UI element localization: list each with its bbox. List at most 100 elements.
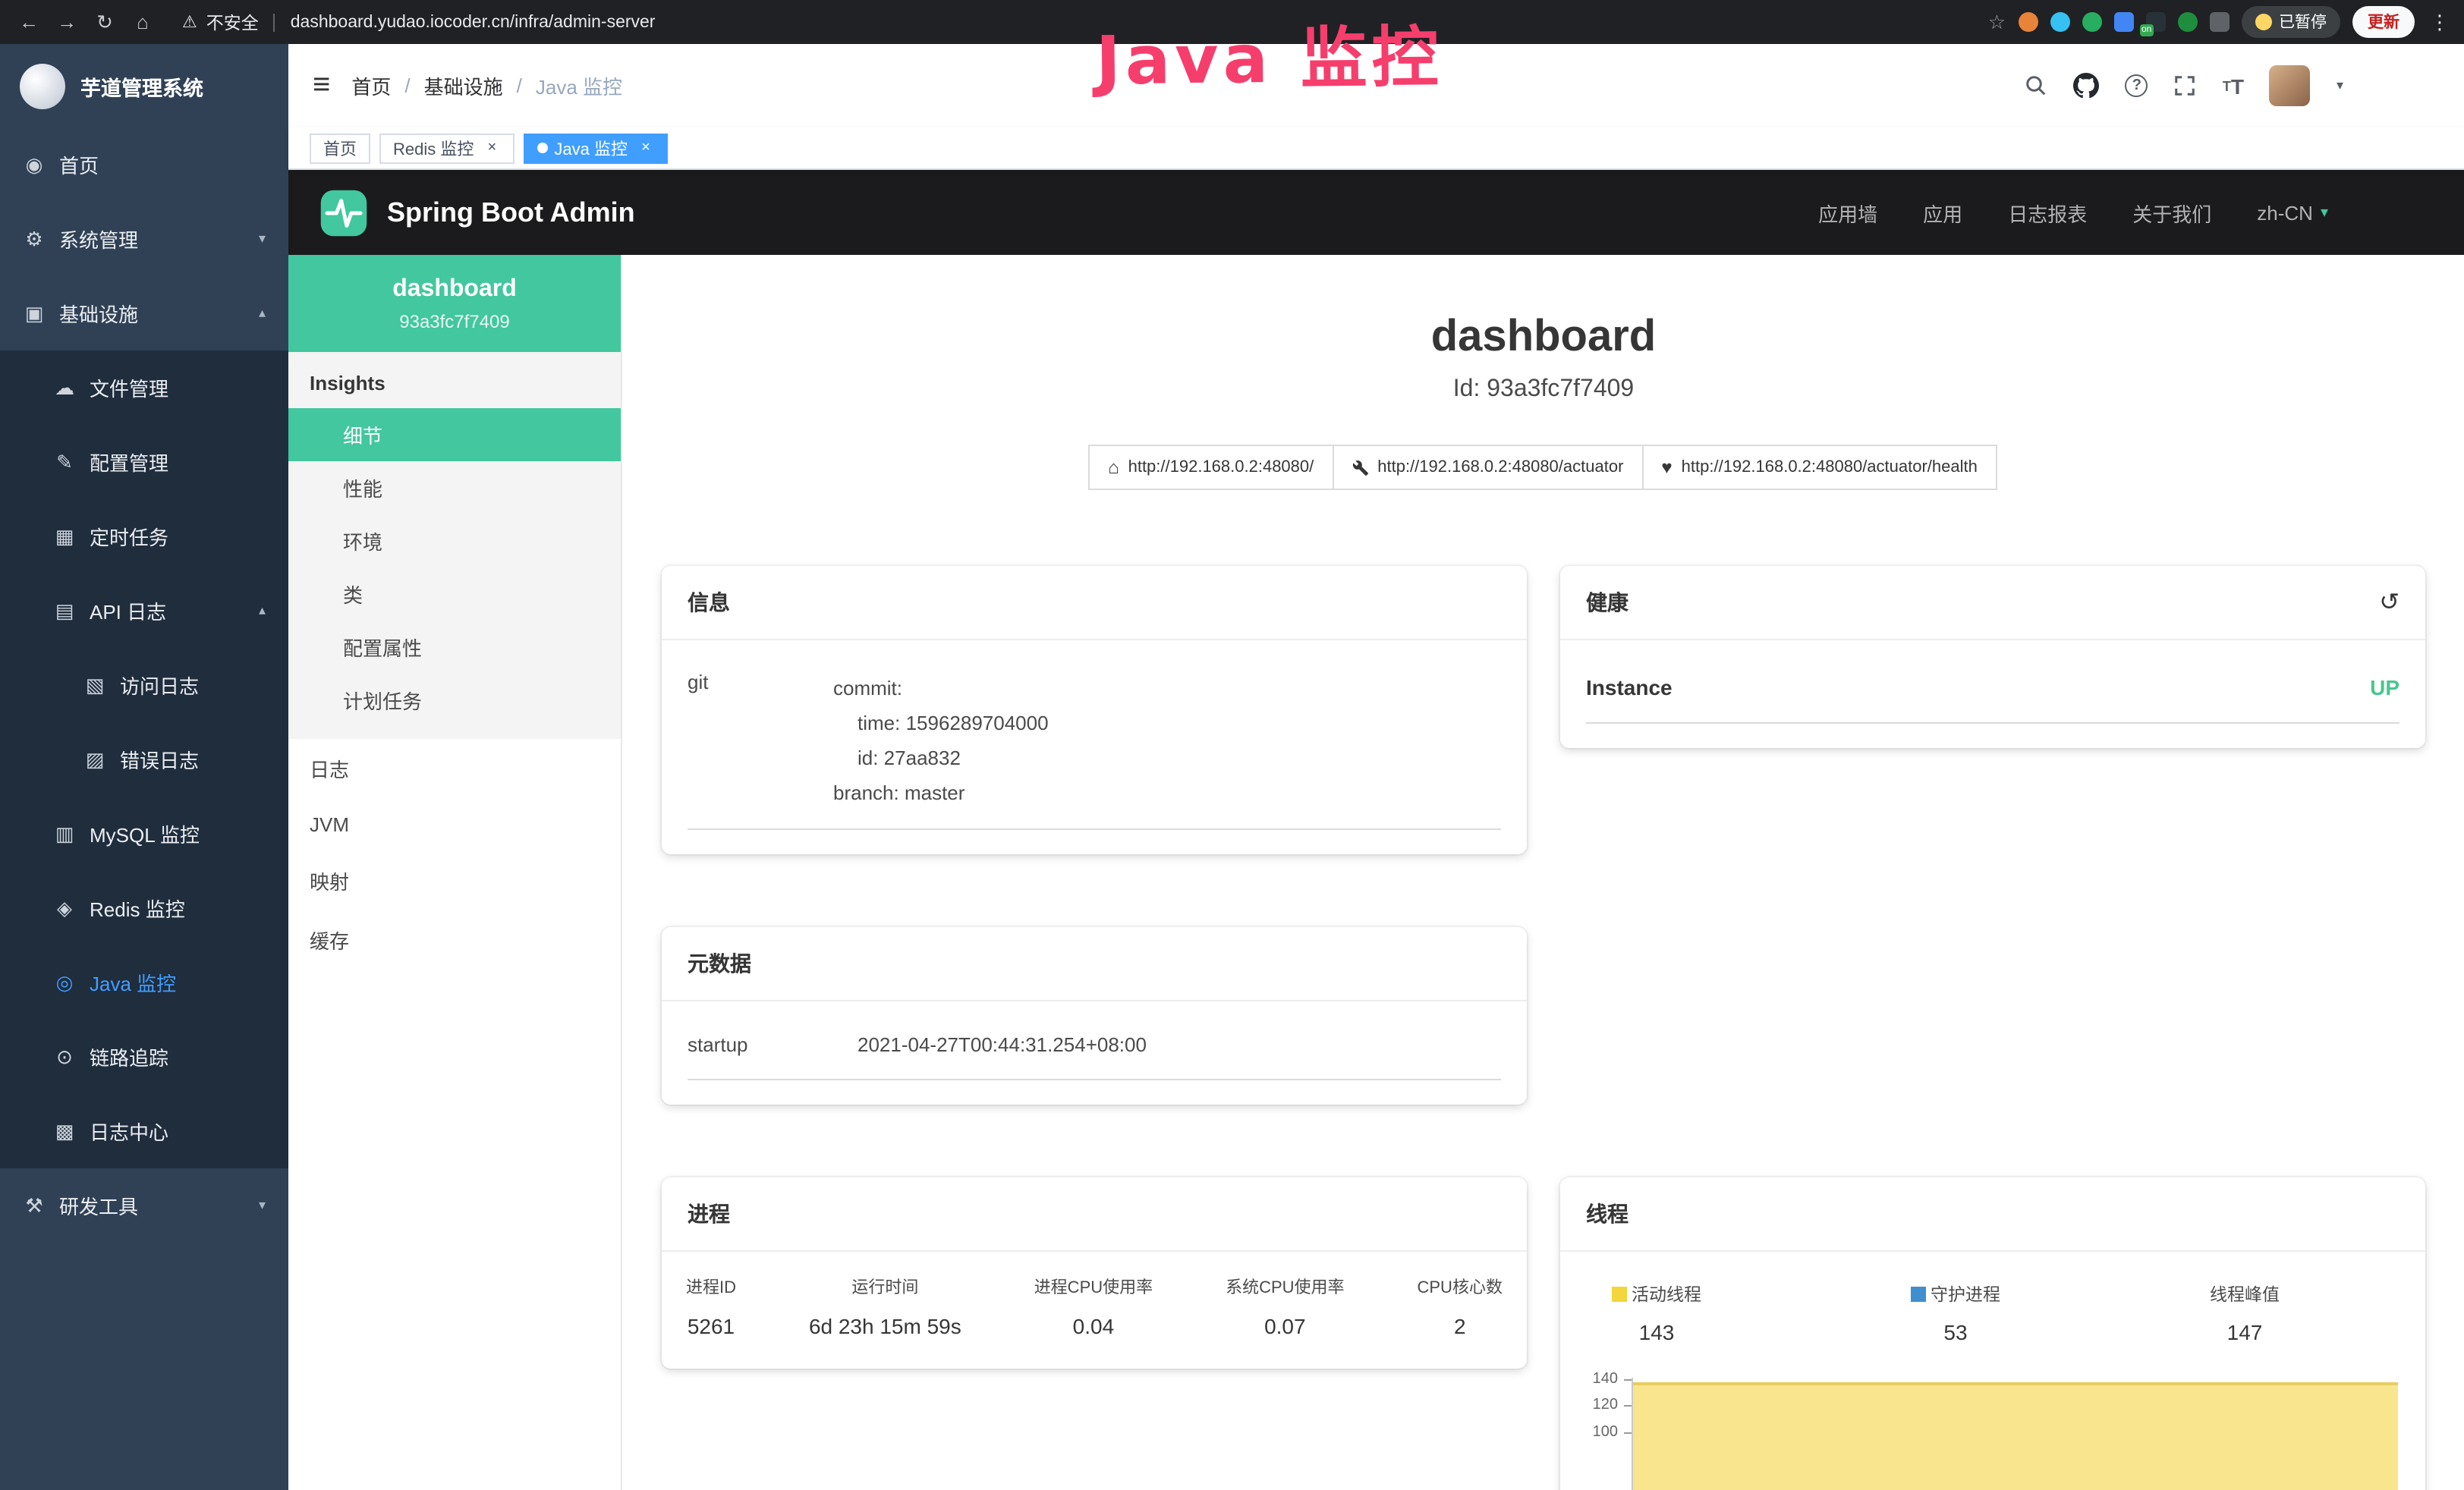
sidebar-item-redis-monitor[interactable]: ◈ Redis 监控 [0, 871, 288, 945]
health-instance-row[interactable]: Instance UP [1586, 655, 2399, 724]
metadata-card-header: 元数据 [662, 927, 1527, 1001]
actuator-link[interactable]: http://192.168.0.2:48080/actuator [1332, 445, 1643, 490]
browser-home-icon[interactable]: ⌂ [126, 11, 159, 33]
sidebar-item-java-monitor[interactable]: ◎ Java 监控 [0, 945, 288, 1020]
extension-icon[interactable] [2018, 12, 2038, 32]
chevron-down-icon[interactable]: ▾ [2337, 77, 2343, 94]
breadcrumb-home[interactable]: 首页 [351, 71, 391, 100]
tab-label: Redis 监控 [393, 136, 474, 160]
status-badge: UP [2370, 675, 2399, 699]
sidebar-item-scheduled-jobs[interactable]: ▦ 定时任务 [0, 499, 288, 574]
tab-redis-monitor[interactable]: Redis 监控 × [379, 133, 515, 163]
breadcrumb-current: Java 监控 [536, 71, 622, 100]
close-icon[interactable]: × [483, 139, 501, 157]
sidebar-item-system-management[interactable]: ⚙ 系统管理 ▾ [0, 202, 288, 276]
legend-live-threads: 活动线程 143 [1612, 1282, 1701, 1344]
forward-icon[interactable]: → [50, 11, 83, 33]
sidebar-item-label: 基础设施 [59, 299, 138, 328]
sidebar-item-error-logs[interactable]: ▨ 错误日志 [0, 722, 288, 797]
sba-sidebar-item-classes[interactable]: 类 [288, 567, 621, 621]
health-link[interactable]: ♥ http://192.168.0.2:48080/actuator/heal… [1641, 445, 1997, 490]
instance-id-subtitle: Id: 93a3fc7f7409 [622, 376, 2464, 404]
extension-icon[interactable] [2082, 12, 2101, 32]
sidebar-item-config-management[interactable]: ✎ 配置管理 [0, 425, 288, 499]
metric-value: 0.04 [1034, 1314, 1153, 1338]
sba-sidebar-item-jvm[interactable]: JVM [288, 798, 621, 851]
sba-sidebar-item-performance[interactable]: 性能 [288, 461, 621, 514]
sba-sidebar-item-details[interactable]: 细节 [288, 408, 621, 461]
legend-label: 活动线程 [1632, 1282, 1701, 1306]
sba-nav-about[interactable]: 关于我们 [2132, 198, 2211, 227]
sba-sidebar: dashboard 93a3fc7f7409 Insights 细节 性能 环境… [288, 255, 622, 1490]
app-logo[interactable]: 芋道管理系统 [0, 44, 288, 127]
sidebar-item-dev-tools[interactable]: ⚒ 研发工具 ▾ [0, 1168, 288, 1243]
info-card: 信息 git commit: time: 1596289704000 id: 2… [662, 566, 1527, 854]
instance-homepage-link[interactable]: ⌂ http://192.168.0.2:48080/ [1088, 445, 1333, 490]
browser-menu-icon[interactable]: ⋮ [2430, 10, 2450, 34]
access-log-icon: ▧ [83, 673, 106, 697]
sidebar-item-label: Java 监控 [90, 968, 176, 997]
log-icon: ▤ [53, 599, 76, 623]
sidebar-item-infrastructure[interactable]: ▣ 基础设施 ▴ [0, 276, 288, 350]
sba-nav-applications[interactable]: 应用 [1923, 198, 1962, 227]
legend-swatch-blue [1911, 1287, 1926, 1302]
sba-language-select[interactable]: zh-CN ▾ [2257, 201, 2328, 224]
sidebar-item-label: 链路追踪 [90, 1042, 168, 1071]
info-value-line: commit: [833, 671, 1049, 706]
sidebar-item-api-logs[interactable]: ▤ API 日志 ▴ [0, 574, 288, 648]
search-icon[interactable] [2025, 74, 2048, 97]
extension-icon[interactable]: on [2145, 12, 2165, 32]
breadcrumb-infrastructure[interactable]: 基础设施 [424, 71, 503, 100]
tab-home[interactable]: 首页 [310, 133, 370, 163]
legend-value: 53 [1911, 1320, 2000, 1344]
sidebar-item-home[interactable]: ◉ 首页 [0, 127, 288, 202]
sba-sidebar-item-caches[interactable]: 缓存 [288, 910, 621, 970]
sidebar-item-log-center[interactable]: ▩ 日志中心 [0, 1094, 288, 1168]
tab-java-monitor[interactable]: Java 监控 × [524, 133, 669, 163]
address-bar[interactable]: ⚠ 不安全 dashboard.yudao.iocoder.cn/infra/a… [182, 10, 656, 34]
extension-icon[interactable] [2113, 12, 2133, 32]
hamburger-icon[interactable]: ≡ [313, 68, 330, 103]
metadata-startup-row: startup 2021-04-27T00:44:31.254+08:00 [688, 1017, 1501, 1080]
github-icon[interactable] [2074, 73, 2100, 99]
back-icon[interactable]: ← [12, 11, 46, 33]
refresh-icon[interactable]: ↻ [88, 10, 121, 34]
sidebar-item-tracing[interactable]: ⊙ 链路追踪 [0, 1020, 288, 1094]
extension-icon[interactable] [2177, 12, 2197, 32]
close-icon[interactable]: × [637, 139, 655, 157]
help-icon[interactable]: ? [2126, 74, 2148, 97]
sba-content: dashboard Id: 93a3fc7f7409 ⌂ http://192.… [622, 255, 2464, 1490]
sba-nav-wallboard[interactable]: 应用墙 [1818, 198, 1877, 227]
legend-value: 143 [1612, 1320, 1701, 1344]
threads-chart: 140 120 100 [1578, 1367, 2401, 1490]
font-size-icon[interactable]: TT [2223, 74, 2244, 98]
sba-nav: 应用墙 应用 日志报表 关于我们 zh-CN ▾ [1818, 198, 2328, 227]
sidebar-item-file-management[interactable]: ☁ 文件管理 [0, 350, 288, 425]
process-metric-pid: 进程ID 5261 [686, 1275, 736, 1338]
sidebar-item-access-logs[interactable]: ▧ 访问日志 [0, 648, 288, 722]
sba-sidebar-item-environment[interactable]: 环境 [288, 514, 621, 567]
update-button[interactable]: 更新 [2352, 6, 2415, 38]
sba-sidebar-item-config-properties[interactable]: 配置属性 [288, 621, 621, 674]
sidebar-item-mysql-monitor[interactable]: ▥ MySQL 监控 [0, 797, 288, 871]
paused-badge[interactable]: 已暂停 [2241, 6, 2340, 38]
sba-sidebar-item-scheduled-tasks[interactable]: 计划任务 [288, 674, 621, 727]
extension-icon[interactable] [2050, 12, 2069, 32]
bookmark-star-icon[interactable]: ☆ [1988, 10, 2006, 34]
sba-insights-group: Insights 细节 性能 环境 类 配置属性 计划任务 [288, 352, 621, 739]
puzzle-extension-icon[interactable] [2209, 12, 2229, 32]
history-refresh-icon[interactable]: ↺ [2379, 587, 2399, 618]
spring-boot-admin-logo[interactable] [319, 187, 369, 237]
sba-sidebar-insights[interactable]: Insights [288, 352, 621, 408]
sba-sidebar-item-mappings[interactable]: 映射 [288, 851, 621, 910]
legend-daemon-threads: 守护进程 53 [1911, 1282, 2000, 1344]
health-card: 健康 ↺ Instance UP [1560, 566, 2425, 748]
sba-instance-header[interactable]: dashboard 93a3fc7f7409 [288, 255, 621, 352]
link-url: http://192.168.0.2:48080/actuator [1377, 458, 1623, 476]
gear-icon: ⚙ [23, 227, 46, 251]
sba-sidebar-item-logs[interactable]: 日志 [288, 739, 621, 798]
sba-nav-journal[interactable]: 日志报表 [2008, 198, 2087, 227]
metric-label: CPU核心数 [1418, 1275, 1503, 1299]
user-avatar[interactable] [2270, 65, 2311, 106]
fullscreen-icon[interactable] [2174, 74, 2197, 97]
